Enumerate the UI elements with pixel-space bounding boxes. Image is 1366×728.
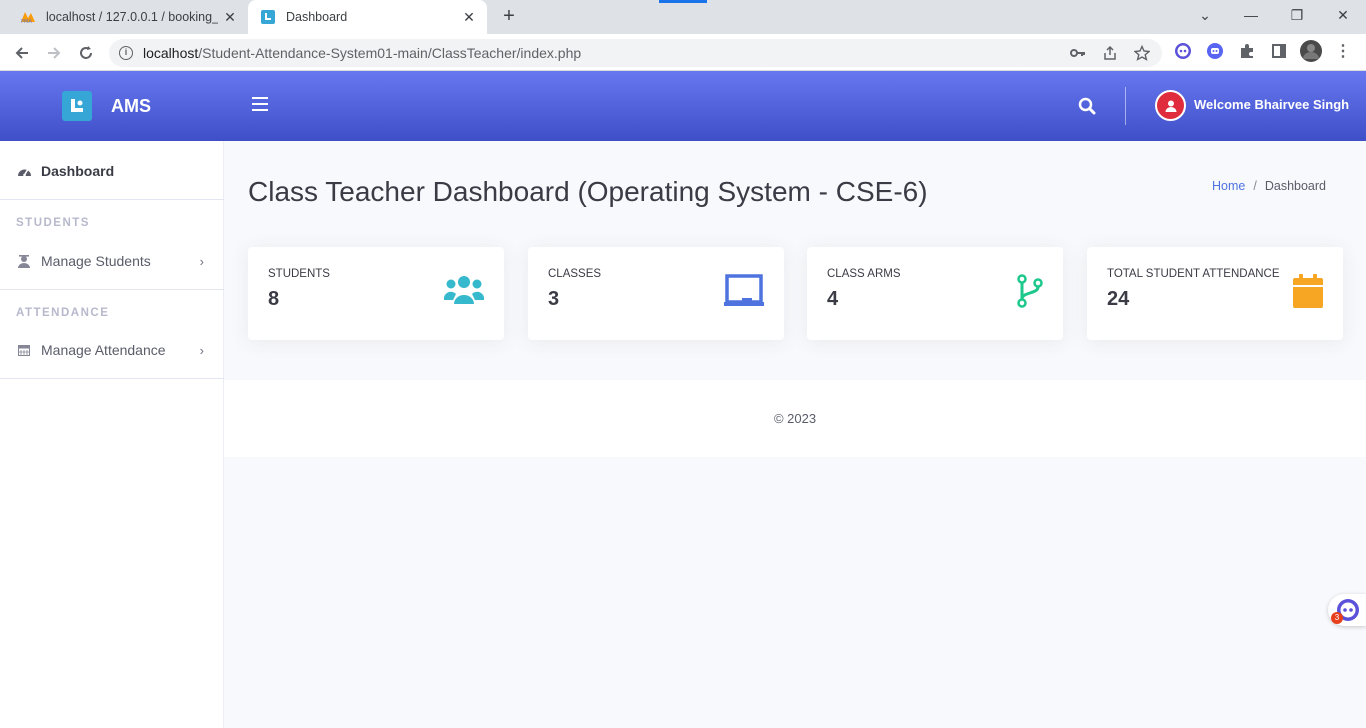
breadcrumb: Home / Dashboard bbox=[1212, 179, 1326, 193]
back-icon[interactable] bbox=[9, 40, 35, 66]
reload-icon[interactable] bbox=[73, 40, 99, 66]
chevron-right-icon: › bbox=[199, 253, 204, 269]
stat-card-classes[interactable]: Classes 3 bbox=[528, 247, 784, 340]
close-icon[interactable]: ✕ bbox=[218, 9, 242, 26]
stat-card-class-arms[interactable]: Class Arms 4 bbox=[807, 247, 1063, 340]
restore-icon[interactable]: ❐ bbox=[1274, 0, 1320, 30]
stat-label: Total Student Attendance bbox=[1107, 268, 1280, 280]
browser-tab-phpmyadmin[interactable]: PMA localhost / 127.0.0.1 / booking_d ✕ bbox=[8, 0, 248, 34]
app-topbar: AMS Welcome Bhairvee Singh bbox=[0, 71, 1366, 141]
users-icon bbox=[443, 274, 485, 311]
topbar-divider bbox=[1125, 87, 1126, 125]
sidebar-item-manage-attendance[interactable]: Manage Attendance › bbox=[0, 340, 224, 360]
site-info-icon[interactable]: i bbox=[119, 46, 133, 60]
sidebar-item-label: Dashboard bbox=[41, 163, 115, 179]
sidebar-item-label: Manage Attendance bbox=[41, 342, 166, 358]
browser-menu-icon[interactable]: ⋮ bbox=[1332, 40, 1354, 62]
new-tab-button[interactable]: + bbox=[498, 5, 520, 27]
sidebar: Dashboard STUDENTS Manage Students › ATT… bbox=[0, 141, 224, 728]
stat-value: 8 bbox=[268, 288, 280, 310]
brand-name[interactable]: AMS bbox=[111, 96, 151, 117]
extensions-puzzle-icon[interactable] bbox=[1236, 40, 1258, 62]
welcome-user-text[interactable]: Welcome Bhairvee Singh bbox=[1194, 97, 1349, 112]
extension-discord-icon[interactable] bbox=[1204, 40, 1226, 62]
stat-label: Classes bbox=[548, 268, 602, 280]
stat-label: Class Arms bbox=[827, 268, 901, 280]
stat-value: 24 bbox=[1107, 288, 1130, 310]
code-branch-icon bbox=[1017, 274, 1043, 313]
stat-value: 3 bbox=[548, 288, 560, 310]
bookmark-star-icon[interactable] bbox=[1132, 43, 1152, 63]
search-icon[interactable] bbox=[1078, 97, 1096, 120]
page-title: Class Teacher Dashboard (Operating Syste… bbox=[248, 176, 928, 207]
profile-avatar[interactable] bbox=[1300, 40, 1322, 62]
extension-bot-icon[interactable] bbox=[1172, 40, 1194, 62]
browser-tabstrip: PMA localhost / 127.0.0.1 / booking_d ✕ … bbox=[0, 0, 1366, 34]
url-path: /Student-Attendance-System01-main/ClassT… bbox=[198, 45, 582, 61]
address-bar[interactable]: i localhost/Student-Attendance-System01-… bbox=[109, 39, 1162, 67]
stat-value: 4 bbox=[827, 288, 839, 310]
sidebar-divider bbox=[0, 378, 224, 379]
sidebar-divider bbox=[0, 199, 224, 200]
breadcrumb-current: Dashboard bbox=[1264, 179, 1326, 193]
svg-text:PMA: PMA bbox=[21, 19, 32, 24]
sidebar-heading-students: STUDENTS bbox=[16, 217, 90, 229]
stat-card-total-attendance[interactable]: Total Student Attendance 24 bbox=[1087, 247, 1343, 340]
tab-title: localhost / 127.0.0.1 / booking_d bbox=[46, 10, 218, 24]
ams-logo-icon[interactable] bbox=[62, 91, 92, 121]
url-host: localhost bbox=[143, 45, 199, 61]
user-avatar[interactable] bbox=[1155, 90, 1186, 121]
stat-card-students[interactable]: Students 8 bbox=[248, 247, 504, 340]
breadcrumb-separator: / bbox=[1253, 179, 1257, 193]
tachometer-icon bbox=[16, 165, 32, 178]
sidebar-item-manage-students[interactable]: Manage Students › bbox=[0, 251, 224, 271]
calendar-icon bbox=[1293, 274, 1323, 313]
window-close-icon[interactable]: ✕ bbox=[1320, 0, 1366, 30]
stat-label: Students bbox=[268, 268, 330, 280]
chevron-down-icon[interactable]: ⌄ bbox=[1182, 0, 1228, 30]
calendar-icon bbox=[16, 344, 32, 356]
phpmyadmin-icon: PMA bbox=[20, 9, 36, 25]
browser-tab-dashboard[interactable]: Dashboard ✕ bbox=[248, 0, 487, 34]
chalkboard-icon bbox=[724, 274, 764, 313]
user-graduate-icon bbox=[16, 254, 32, 268]
sidebar-item-dashboard[interactable]: Dashboard bbox=[0, 161, 224, 181]
sidebar-heading-attendance: ATTENDANCE bbox=[16, 307, 110, 319]
forward-icon[interactable] bbox=[41, 40, 67, 66]
tab-title: Dashboard bbox=[286, 10, 348, 24]
sidebar-item-label: Manage Students bbox=[41, 253, 151, 269]
notification-badge: 3 bbox=[1331, 612, 1343, 624]
tab-indicator bbox=[659, 0, 707, 3]
floating-assistant-button[interactable]: 3 bbox=[1328, 594, 1366, 626]
browser-toolbar: i localhost/Student-Attendance-System01-… bbox=[0, 34, 1366, 71]
copyright-text: © 2023 bbox=[773, 411, 817, 426]
side-panel-icon[interactable] bbox=[1268, 40, 1290, 62]
footer: © 2023 bbox=[224, 380, 1366, 457]
minimize-icon[interactable]: — bbox=[1228, 0, 1274, 30]
share-icon[interactable] bbox=[1100, 43, 1120, 63]
key-icon[interactable] bbox=[1068, 43, 1088, 63]
chevron-right-icon: › bbox=[199, 342, 204, 358]
hamburger-menu-icon[interactable] bbox=[252, 97, 268, 113]
breadcrumb-home-link[interactable]: Home bbox=[1212, 179, 1245, 193]
ams-icon bbox=[260, 9, 276, 25]
sidebar-divider bbox=[0, 289, 224, 290]
close-icon[interactable]: ✕ bbox=[457, 9, 481, 26]
